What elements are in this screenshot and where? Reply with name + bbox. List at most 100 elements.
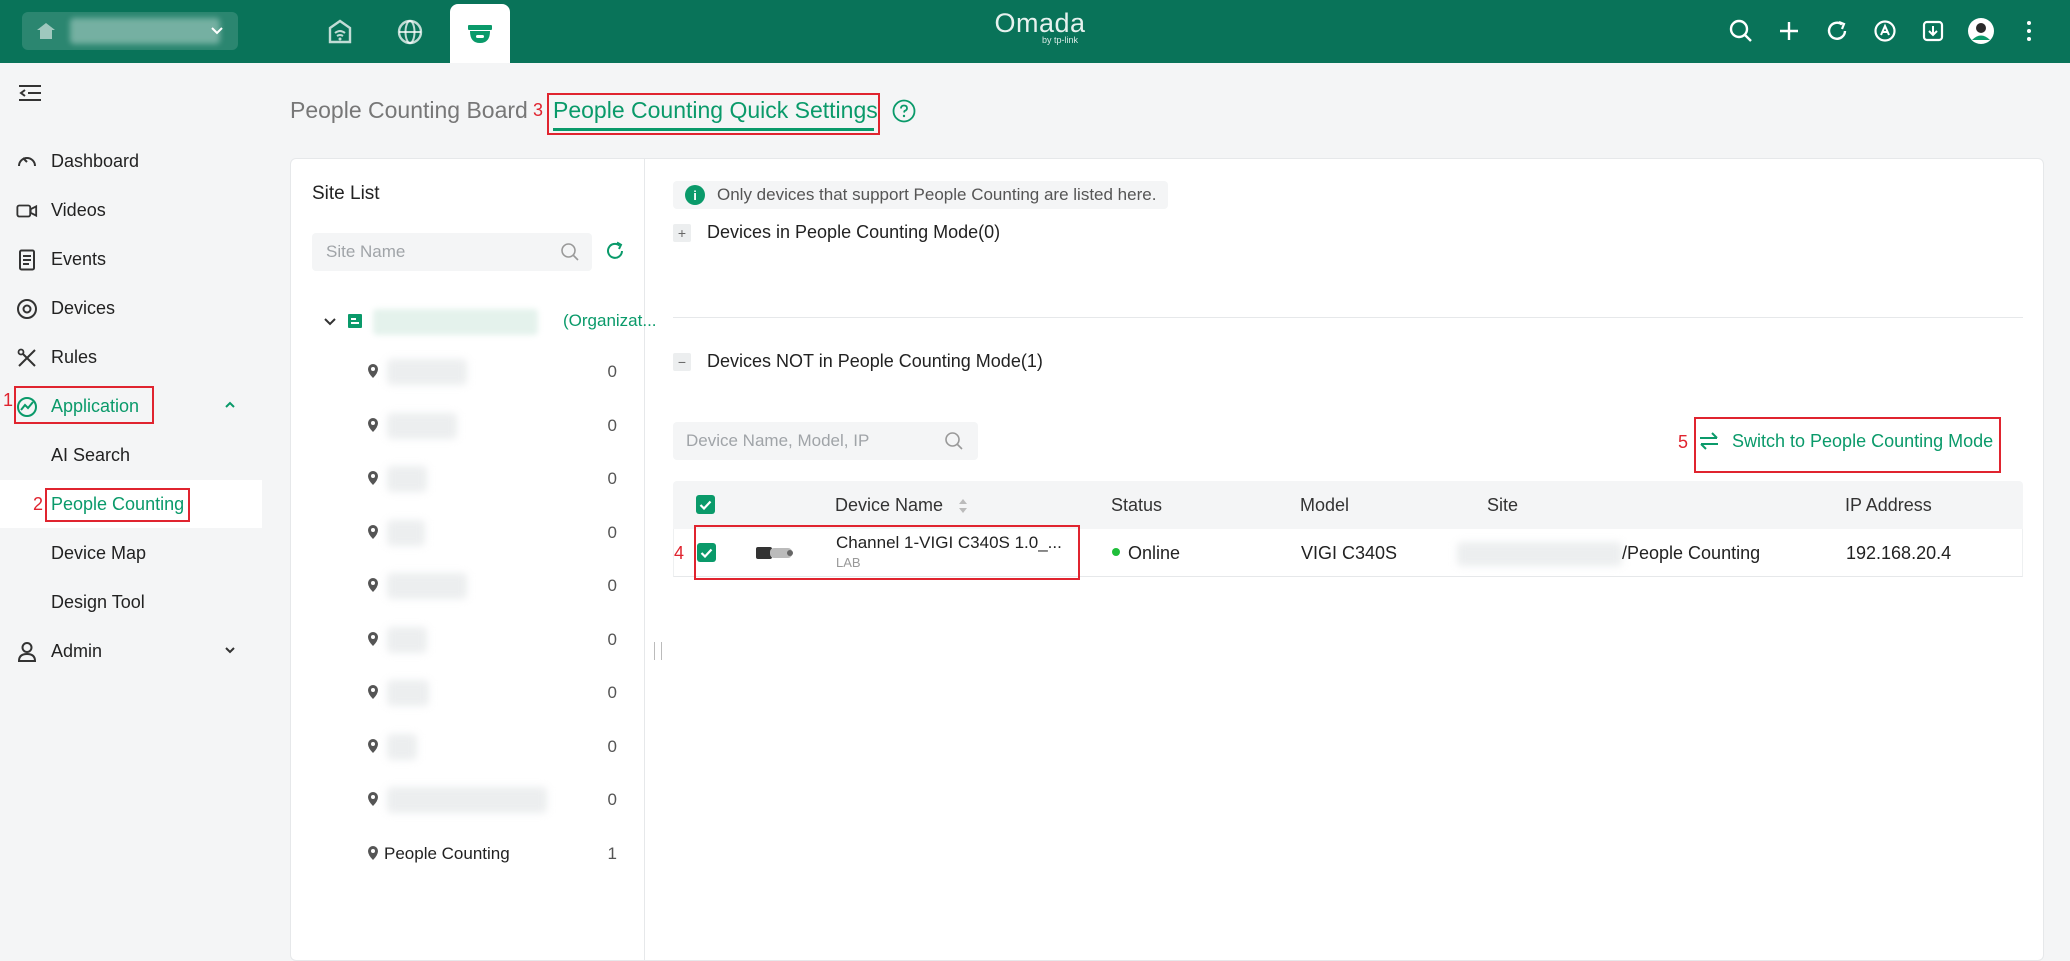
tab-people-counting-board[interactable]: People Counting Board bbox=[290, 97, 528, 124]
collapse-sidebar-icon[interactable] bbox=[18, 83, 42, 103]
site-name-blurred bbox=[387, 733, 417, 760]
brand-byline: by tp-link bbox=[1041, 35, 1078, 45]
site-name-blurred bbox=[1457, 542, 1622, 566]
site-name-blurred bbox=[70, 18, 220, 44]
search-icon[interactable] bbox=[560, 242, 580, 262]
add-button[interactable] bbox=[1774, 16, 1804, 46]
search-button[interactable] bbox=[1726, 16, 1756, 46]
quick-settings-card: Site List (Organizat... 0 0 0 0 0 0 0 0 0 People … bbox=[290, 158, 2044, 961]
more-menu-button[interactable] bbox=[2014, 16, 2044, 46]
location-pin-icon bbox=[368, 845, 378, 860]
device-search-input[interactable] bbox=[673, 422, 933, 460]
site-list-item[interactable]: 0 bbox=[367, 625, 617, 655]
app-button[interactable] bbox=[1870, 16, 1900, 46]
select-all-checkbox[interactable] bbox=[696, 495, 715, 514]
site-list-item[interactable]: 0 bbox=[367, 411, 617, 441]
section-title: Devices NOT in People Counting Mode(1) bbox=[707, 351, 1043, 371]
sidebar-item-admin[interactable]: Admin bbox=[0, 627, 262, 675]
annotation-number-3: 3 bbox=[533, 100, 544, 120]
network-tab[interactable] bbox=[322, 14, 358, 50]
dashboard-icon bbox=[16, 151, 38, 173]
sidebar-item-design-tool[interactable]: Design Tool bbox=[0, 578, 262, 626]
sidebar-item-dashboard[interactable]: Dashboard bbox=[0, 137, 262, 185]
site-list-item[interactable]: 0 bbox=[367, 732, 617, 762]
sidebar-item-ai-search[interactable]: AI Search bbox=[0, 431, 262, 479]
site-list-item[interactable]: 0 bbox=[367, 785, 617, 815]
app-icon bbox=[1874, 20, 1896, 42]
chevron-down-icon bbox=[225, 647, 235, 654]
globe-icon bbox=[397, 19, 423, 45]
site-list-item[interactable]: 0 bbox=[367, 357, 617, 387]
device-search-box bbox=[673, 422, 978, 460]
sidebar-item-label: Dashboard bbox=[51, 150, 140, 171]
site-name-blurred bbox=[387, 412, 457, 439]
sidebar-item-label: Rules bbox=[51, 346, 98, 367]
site-list-item[interactable]: People Counting 1 bbox=[367, 839, 617, 869]
site-selector[interactable] bbox=[22, 12, 238, 50]
sidebar-item-videos[interactable]: Videos bbox=[0, 186, 262, 234]
sort-icon[interactable] bbox=[958, 498, 968, 514]
site-list-pane: Site List (Organizat... 0 0 0 0 0 0 0 0 0 People … bbox=[291, 159, 657, 961]
section-in-people-counting-mode[interactable]: + Devices in People Counting Mode(0) bbox=[673, 222, 1000, 243]
surveillance-tab[interactable] bbox=[450, 4, 510, 63]
site-list-item[interactable]: 0 bbox=[367, 464, 617, 494]
sidebar-item-device-map[interactable]: Device Map bbox=[0, 529, 262, 577]
chevron-up-icon bbox=[225, 401, 235, 408]
check-icon bbox=[699, 500, 712, 510]
sidebar-item-rules[interactable]: Rules bbox=[0, 333, 262, 381]
section-not-in-people-counting-mode[interactable]: − Devices NOT in People Counting Mode(1) bbox=[673, 351, 1043, 372]
refresh-icon[interactable] bbox=[604, 240, 626, 262]
section-divider bbox=[673, 317, 2023, 318]
site-device-count: 0 bbox=[607, 522, 617, 542]
sidebar-item-devices[interactable]: Devices bbox=[0, 284, 262, 332]
site-search-input[interactable] bbox=[312, 233, 542, 271]
site-device-count: 0 bbox=[607, 469, 617, 488]
sidebar-item-events[interactable]: Events bbox=[0, 235, 262, 283]
annotation-number-1: 1 bbox=[3, 390, 14, 410]
events-icon bbox=[16, 249, 38, 271]
location-pin-icon bbox=[368, 685, 378, 699]
expand-icon[interactable]: + bbox=[673, 223, 691, 242]
site-list-item[interactable]: 0 bbox=[367, 678, 617, 708]
annotation-box-quick-settings bbox=[547, 93, 880, 135]
search-icon[interactable] bbox=[944, 431, 964, 451]
more-vertical-icon bbox=[2027, 21, 2031, 41]
cloud-tab[interactable] bbox=[392, 14, 428, 50]
sidebar-item-label: AI Search bbox=[51, 444, 131, 465]
wifi-router-icon bbox=[328, 19, 352, 44]
site-device-count: 0 bbox=[607, 415, 617, 435]
site-device-count: 0 bbox=[607, 736, 617, 756]
site-list-item[interactable]: 0 bbox=[367, 518, 617, 548]
user-avatar[interactable] bbox=[1966, 16, 1996, 46]
sidebar-item-label: Device Map bbox=[51, 542, 147, 563]
annotation-number-2: 2 bbox=[33, 494, 44, 514]
location-pin-icon bbox=[368, 738, 378, 753]
collapse-icon[interactable]: − bbox=[673, 352, 691, 371]
organization-icon bbox=[348, 314, 362, 328]
device-model: VIGI C340S bbox=[1301, 543, 1398, 563]
sidebar-item-label: Events bbox=[51, 248, 107, 269]
annotation-box-switch-button bbox=[1694, 417, 2001, 473]
location-pin-icon bbox=[368, 471, 378, 485]
column-label: Device Name bbox=[835, 495, 944, 515]
annotation-box-application bbox=[14, 386, 154, 424]
column-header-ip-address: IP Address bbox=[1845, 495, 1932, 515]
help-icon[interactable] bbox=[892, 99, 916, 123]
column-header-device-name[interactable]: Device Name bbox=[835, 495, 968, 516]
refresh-button[interactable] bbox=[1822, 16, 1852, 46]
chevron-down-icon[interactable] bbox=[323, 315, 337, 329]
refresh-icon bbox=[1827, 20, 1847, 40]
site-list-item[interactable]: 0 bbox=[367, 571, 617, 601]
site-name-blurred bbox=[387, 626, 427, 653]
site-name-blurred bbox=[387, 573, 467, 599]
camera-dome-icon bbox=[468, 24, 492, 43]
site-search-box bbox=[312, 233, 592, 271]
annotation-box-people-counting bbox=[45, 488, 190, 522]
status-text: Online bbox=[1128, 543, 1181, 563]
download-button[interactable] bbox=[1918, 16, 1948, 46]
device-status: Online bbox=[1112, 543, 1180, 564]
location-pin-icon bbox=[368, 364, 378, 378]
plus-icon bbox=[1780, 22, 1798, 40]
device-site: /People Counting bbox=[1622, 543, 1761, 563]
organization-tree-node[interactable]: (Organizat... bbox=[323, 307, 657, 337]
